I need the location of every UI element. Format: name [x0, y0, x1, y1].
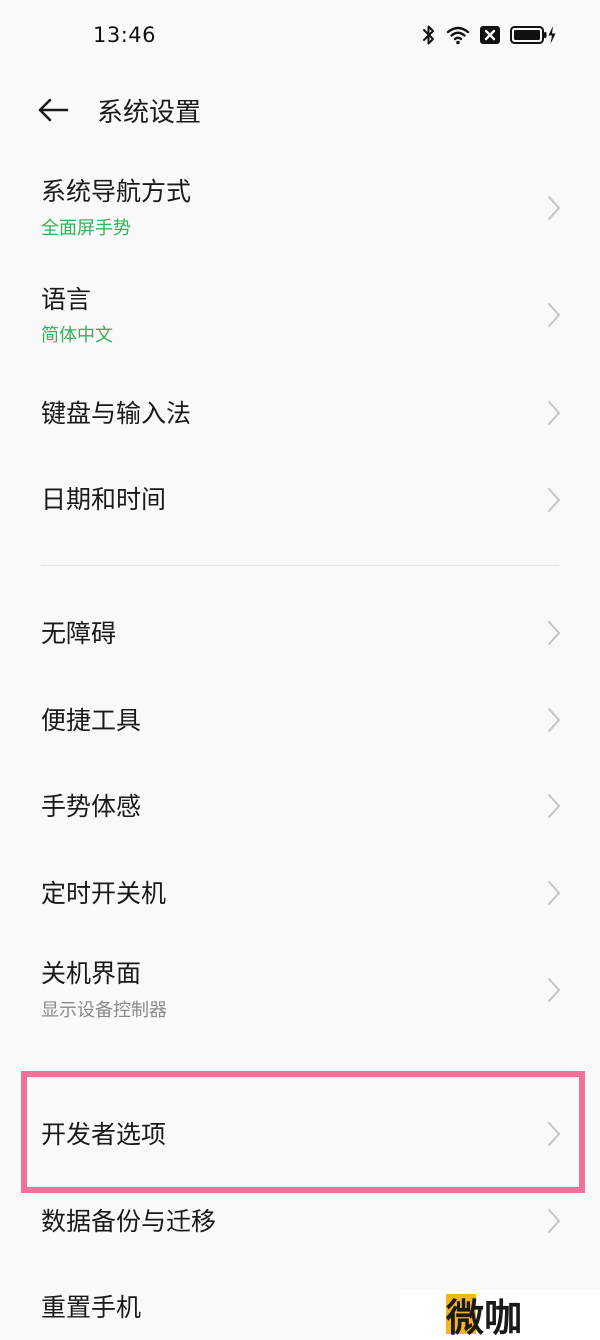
setting-label: 数据备份与迁移: [41, 1207, 217, 1236]
status-bar: 13:46: [0, 0, 600, 70]
chevron-right-icon: [548, 303, 560, 327]
chevron-right-icon: [548, 488, 560, 512]
setting-label: 关机界面: [41, 959, 142, 988]
setting-label: 定时开关机: [41, 879, 167, 908]
setting-label: 手势体感: [41, 792, 142, 821]
status-time: 13:46: [93, 23, 157, 47]
page-title: 系统设置: [97, 98, 202, 128]
setting-subtitle: 显示设备控制器: [41, 1000, 167, 1021]
watermark-text: 微咖: [445, 1296, 522, 1340]
bluetooth-icon: [422, 24, 436, 46]
setting-subtitle: 全面屏手势: [41, 218, 131, 239]
setting-scheduled-power[interactable]: 定时开关机: [0, 852, 600, 936]
setting-gestures-motions[interactable]: 手势体感: [0, 765, 600, 849]
arrow-left-icon: [37, 98, 69, 126]
setting-language[interactable]: 语言 简体中文: [0, 272, 600, 358]
chevron-right-icon: [548, 881, 560, 905]
setting-label: 开发者选项: [41, 1120, 167, 1149]
setting-label: 日期和时间: [41, 485, 167, 514]
setting-data-backup-migration[interactable]: 数据备份与迁移: [0, 1180, 600, 1264]
setting-label: 便捷工具: [41, 706, 142, 735]
wifi-icon: [446, 25, 470, 45]
back-button[interactable]: [32, 94, 74, 130]
setting-power-off-screen[interactable]: 关机界面 显示设备控制器: [0, 945, 600, 1035]
chevron-right-icon: [548, 708, 560, 732]
setting-accessibility[interactable]: 无障碍: [0, 592, 600, 676]
setting-label: 无障碍: [41, 619, 117, 648]
battery-charging-icon: [510, 25, 556, 45]
setting-date-time[interactable]: 日期和时间: [0, 458, 600, 542]
chevron-right-icon: [548, 794, 560, 818]
chevron-right-icon: [548, 401, 560, 425]
setting-convenience-tools[interactable]: 便捷工具: [0, 679, 600, 763]
setting-label: 键盘与输入法: [41, 399, 192, 428]
setting-keyboard-input[interactable]: 键盘与输入法: [0, 372, 600, 456]
chevron-right-icon: [548, 978, 560, 1002]
watermark-logo: 微咖: [400, 1290, 600, 1340]
section-divider: [41, 565, 559, 566]
chevron-right-icon: [548, 196, 560, 220]
setting-subtitle: 简体中文: [41, 325, 113, 346]
setting-label: 系统导航方式: [41, 177, 192, 206]
close-box-icon: [480, 26, 500, 44]
header: 系统设置: [0, 80, 600, 146]
setting-label: 重置手机: [41, 1293, 142, 1322]
setting-label: 语言: [41, 285, 92, 314]
chevron-right-icon: [548, 1209, 560, 1233]
status-icons: [422, 22, 556, 48]
chevron-right-icon: [548, 1122, 560, 1146]
setting-navigation-mode[interactable]: 系统导航方式 全面屏手势: [0, 165, 600, 251]
chevron-right-icon: [548, 621, 560, 645]
setting-developer-options[interactable]: 开发者选项: [0, 1090, 600, 1176]
